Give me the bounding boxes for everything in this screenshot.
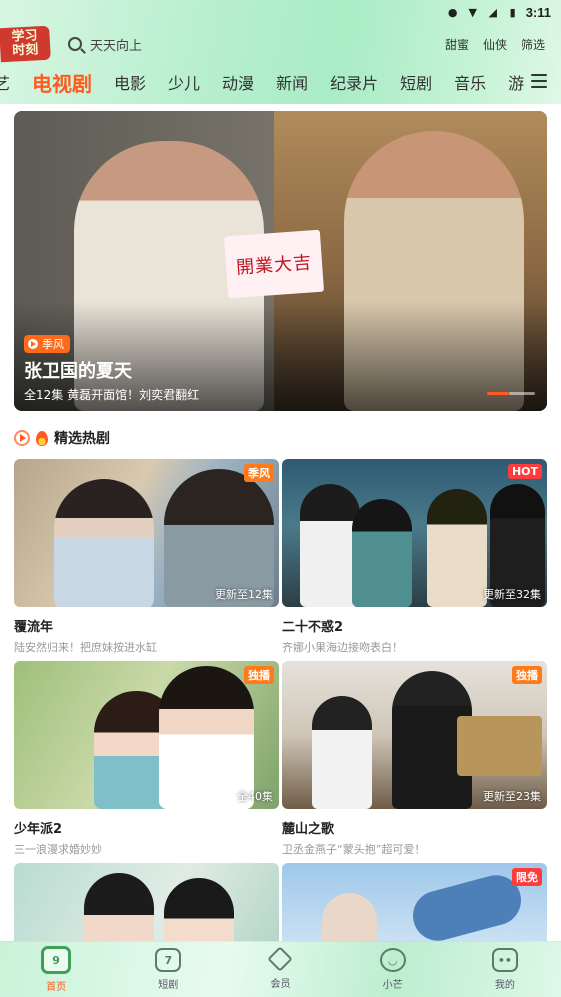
nav-label: 短剧 xyxy=(158,980,179,991)
quick-link-xianxia[interactable]: 仙侠 xyxy=(483,36,507,53)
logo-line2: 时刻 xyxy=(11,42,39,59)
bottom-nav: 9 首页 7 短剧 会员 ◡ 小芒 •• 我的 xyxy=(0,941,561,997)
card-tag: 独播 xyxy=(244,666,274,684)
card-tag: 限免 xyxy=(512,868,542,886)
tab-documentary[interactable]: 纪录片 xyxy=(330,70,378,94)
banner-badge: 季风 xyxy=(24,335,70,353)
nav-label: 会员 xyxy=(270,978,291,990)
app-logo[interactable]: 学习 时刻 xyxy=(0,25,51,63)
card-tag: 独播 xyxy=(512,666,542,684)
drama-card[interactable]: 独播 全40集 少年派2 三一浪漫求婚妙妙 xyxy=(14,661,279,857)
home-icon: 9 xyxy=(41,946,72,974)
tab-kids[interactable]: 少儿 xyxy=(168,70,200,94)
tv-icon: 7 xyxy=(155,948,182,972)
tab-movies[interactable]: 电影 xyxy=(114,70,146,94)
play-circle-icon xyxy=(14,430,30,446)
quick-links: 甜蜜 仙侠 筛选 xyxy=(445,36,545,53)
battery-icon: ▮ xyxy=(509,5,516,19)
banner-pagination xyxy=(487,392,535,395)
tab-news[interactable]: 新闻 xyxy=(276,70,308,94)
quick-link-tianmi[interactable]: 甜蜜 xyxy=(445,36,469,53)
card-episode: 全40集 xyxy=(237,790,273,803)
tab-music[interactable]: 音乐 xyxy=(454,70,486,94)
nav-label: 首页 xyxy=(46,982,67,993)
top-header: 学习 时刻 天天向上 甜蜜 仙侠 筛选 xyxy=(0,25,561,63)
banner-badge-label: 季风 xyxy=(42,338,64,351)
search-icon xyxy=(68,37,82,51)
card-subtitle: 卫丞金燕子“蒙头抱”超可爱！ xyxy=(282,843,426,856)
drama-card[interactable]: 季风 更新至12集 覆流年 陆安然归来！把庶妹按进水缸 xyxy=(14,459,279,655)
nav-short-drama[interactable]: 7 短剧 xyxy=(128,948,208,991)
fire-icon xyxy=(36,430,48,446)
banner-title: 张卫国的夏天 xyxy=(24,361,132,382)
search-placeholder: 天天向上 xyxy=(90,38,143,54)
card-title: 二十不惑2 xyxy=(282,620,344,635)
search-bar[interactable]: 天天向上 xyxy=(68,35,445,54)
signal-icon: ◢ xyxy=(488,5,497,19)
status-time: 3:11 xyxy=(525,4,551,20)
nav-label: 我的 xyxy=(494,980,515,991)
tab-anime[interactable]: 动漫 xyxy=(222,70,254,94)
profile-icon: •• xyxy=(491,948,518,972)
card-thumbnail: HOT 更新至32集 xyxy=(282,459,547,607)
section-title: 精选热剧 xyxy=(54,431,110,447)
nav-home[interactable]: 9 首页 xyxy=(16,946,96,993)
drama-card[interactable]: HOT 更新至32集 二十不惑2 齐娜小果海边接吻表白！ xyxy=(282,459,547,655)
drama-card[interactable]: 独播 更新至23集 麓山之歌 卫丞金燕子“蒙头抱”超可爱！ xyxy=(282,661,547,857)
card-title: 麓山之歌 xyxy=(282,822,335,837)
card-episode: 更新至23集 xyxy=(483,790,541,803)
card-title: 少年派2 xyxy=(14,822,63,837)
nav-profile[interactable]: •• 我的 xyxy=(465,948,545,991)
card-thumbnail: 独播 更新至23集 xyxy=(282,661,547,809)
card-tag: HOT xyxy=(507,464,542,479)
nav-xiaomang[interactable]: ◡ 小芒 xyxy=(353,948,433,991)
status-bar: ● ▼ ◢ ▮ 3:11 xyxy=(0,0,561,24)
banner-sign: 開業大吉 xyxy=(223,229,325,299)
nav-label: 小芒 xyxy=(382,980,403,991)
wifi-icon: ▼ xyxy=(468,5,477,19)
hero-banner[interactable]: 開業大吉 季风 张卫国的夏天 全12集 黄磊开面馆！刘奕君翻红 xyxy=(14,111,547,411)
tab-short-drama[interactable]: 短剧 xyxy=(400,70,432,94)
location-icon: ● xyxy=(447,5,458,19)
tab-variety-partial[interactable]: 艺 xyxy=(0,70,10,94)
tab-games-partial[interactable]: 游 xyxy=(508,70,524,94)
card-subtitle: 陆安然归来！把庶妹按进水缸 xyxy=(14,641,157,654)
card-episode: 更新至12集 xyxy=(215,588,273,601)
card-thumbnail: 独播 全40集 xyxy=(14,661,279,809)
card-episode: 更新至32集 xyxy=(483,588,541,601)
filter-link[interactable]: 筛选 xyxy=(521,36,545,53)
pagination-rest xyxy=(509,392,535,395)
play-dot-icon xyxy=(28,339,38,349)
card-subtitle: 三一浪漫求婚妙妙 xyxy=(14,843,102,856)
card-subtitle: 齐娜小果海边接吻表白！ xyxy=(282,641,403,654)
card-title: 覆流年 xyxy=(14,620,54,635)
channel-tabs: 艺 电视剧 电影 少儿 动漫 新闻 纪录片 短剧 音乐 游 xyxy=(0,64,561,100)
pagination-active xyxy=(487,392,509,395)
nav-vip[interactable]: 会员 xyxy=(240,945,320,990)
section-header: 精选热剧 xyxy=(14,428,110,448)
tab-tv-series[interactable]: 电视剧 xyxy=(32,68,92,97)
menu-icon[interactable] xyxy=(531,74,547,88)
vip-diamond-icon xyxy=(267,945,294,972)
card-tag: 季风 xyxy=(244,464,274,482)
mango-icon: ◡ xyxy=(379,948,406,972)
card-thumbnail: 季风 更新至12集 xyxy=(14,459,279,607)
banner-subtitle: 全12集 黄磊开面馆！刘奕君翻红 xyxy=(24,388,200,402)
